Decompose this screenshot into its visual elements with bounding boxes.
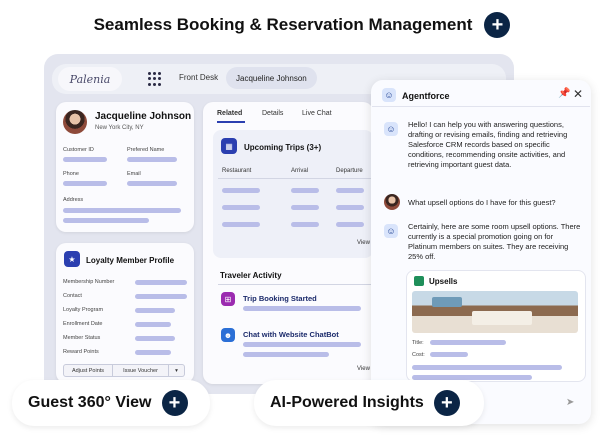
room-image bbox=[412, 291, 578, 333]
table-divider bbox=[218, 178, 373, 179]
upsell-icon bbox=[414, 276, 424, 286]
agentforce-logo-icon: ☺ bbox=[382, 88, 396, 102]
phone-label: Phone bbox=[63, 171, 79, 177]
activity-item-title[interactable]: Trip Booking Started bbox=[243, 294, 317, 303]
upcoming-trips-title: Upcoming Trips (3+) bbox=[244, 143, 322, 152]
address-label: Address bbox=[63, 197, 84, 203]
table-cell bbox=[336, 188, 364, 193]
traveler-activity-title: Traveler Activity bbox=[220, 271, 282, 280]
plus-icon[interactable]: + bbox=[161, 390, 188, 416]
user-message: What upsell options do I have for this g… bbox=[408, 198, 556, 207]
agent-message: Certainly, here are some room upsell opt… bbox=[408, 222, 581, 261]
plus-icon[interactable]: + bbox=[484, 12, 511, 38]
tab-live-chat[interactable]: Live Chat bbox=[302, 110, 332, 117]
email-label: Email bbox=[127, 171, 141, 177]
activity-item-detail bbox=[243, 352, 329, 357]
avatar bbox=[63, 110, 87, 134]
column-header: Restaurant bbox=[222, 168, 252, 174]
active-tab-indicator bbox=[217, 121, 245, 123]
view-all-link[interactable]: View bbox=[357, 366, 370, 372]
issue-voucher-button[interactable]: Issue Voucher bbox=[113, 364, 169, 377]
loyalty-field-value bbox=[135, 322, 171, 327]
agent-avatar-icon: ☺ bbox=[384, 122, 398, 136]
pin-icon[interactable]: 📌 bbox=[558, 88, 570, 99]
tab-details[interactable]: Details bbox=[262, 110, 283, 117]
upsell-detail bbox=[412, 365, 562, 370]
send-icon[interactable]: ➤ bbox=[566, 397, 574, 408]
agent-avatar-icon: ☺ bbox=[384, 224, 398, 238]
profile-name: Jacqueline Johnson bbox=[95, 111, 192, 122]
loyalty-field-label: Enrollment Date bbox=[63, 321, 103, 327]
loyalty-field-value bbox=[135, 280, 187, 285]
upsell-cost-value bbox=[430, 352, 468, 357]
loyalty-field-label: Loyalty Program bbox=[63, 307, 104, 313]
loyalty-field-label: Contact bbox=[63, 293, 82, 299]
ai-insights-label: AI-Powered Insights bbox=[270, 394, 424, 411]
hotel-icon: ▦ bbox=[221, 138, 237, 154]
activity-item-detail bbox=[243, 342, 361, 347]
loyalty-field-value bbox=[135, 294, 187, 299]
table-cell bbox=[291, 188, 319, 193]
cart-icon: ⊞ bbox=[221, 292, 235, 306]
plus-icon[interactable]: + bbox=[433, 390, 460, 416]
upsell-title-label: Title: bbox=[412, 340, 424, 346]
close-icon[interactable]: ✕ bbox=[573, 87, 583, 101]
guest-360-pill: Guest 360° View + bbox=[12, 380, 210, 426]
app-logo: Palenia bbox=[58, 67, 122, 91]
address-value-line-2 bbox=[63, 218, 149, 223]
agent-message: Hello! I can help you with answering que… bbox=[408, 120, 568, 169]
user-avatar bbox=[384, 194, 400, 210]
activity-divider bbox=[218, 284, 373, 285]
headline: Seamless Booking & Reservation Managemen… bbox=[0, 12, 604, 38]
profile-location: New York City, NY bbox=[95, 125, 144, 131]
preferred-name-label: Prefered Name bbox=[127, 147, 165, 153]
adjust-points-button[interactable]: Adjust Points bbox=[63, 364, 113, 377]
upsells-title: Upsells bbox=[429, 277, 458, 286]
upsell-cost-label: Cost: bbox=[412, 352, 425, 358]
more-actions-button[interactable]: ▾ bbox=[169, 364, 185, 377]
loyalty-field-value bbox=[135, 308, 175, 313]
ai-insights-pill: AI-Powered Insights + bbox=[254, 380, 484, 426]
upsell-title-value bbox=[430, 340, 506, 345]
loyalty-field-label: Membership Number bbox=[63, 279, 115, 285]
table-cell bbox=[336, 222, 364, 227]
preferred-name-value bbox=[127, 157, 177, 162]
loyalty-field-value bbox=[135, 336, 175, 341]
loyalty-field-label: Reward Points bbox=[63, 349, 99, 355]
table-cell bbox=[291, 222, 319, 227]
table-cell bbox=[222, 188, 260, 193]
chatbot-icon: ☻ bbox=[221, 328, 235, 342]
app-launcher-icon[interactable] bbox=[148, 72, 162, 86]
loyalty-field-label: Member Status bbox=[63, 335, 101, 341]
view-all-link[interactable]: View bbox=[357, 240, 370, 246]
tab-jacqueline-johnson[interactable]: Jacqueline Johnson bbox=[226, 67, 317, 89]
loyalty-title: Loyalty Member Profile bbox=[86, 256, 175, 265]
customer-id-label: Customer ID bbox=[63, 147, 94, 153]
table-cell bbox=[291, 205, 319, 210]
phone-value bbox=[63, 181, 107, 186]
table-cell bbox=[336, 205, 364, 210]
column-header: Arrival bbox=[291, 168, 309, 174]
address-value-line-1 bbox=[63, 208, 181, 213]
headline-title: Seamless Booking & Reservation Managemen… bbox=[93, 15, 473, 34]
guest-360-label: Guest 360° View bbox=[28, 394, 152, 411]
table-cell bbox=[222, 222, 260, 227]
activity-item-detail bbox=[243, 306, 361, 311]
customer-id-value bbox=[63, 157, 107, 162]
activity-item-title[interactable]: Chat with Website ChatBot bbox=[243, 330, 339, 339]
panel-divider bbox=[372, 106, 590, 107]
column-header: Departure bbox=[336, 168, 363, 174]
agentforce-title: Agentforce bbox=[402, 91, 450, 101]
loyalty-field-value bbox=[135, 350, 171, 355]
email-value bbox=[127, 181, 177, 186]
tab-related[interactable]: Related bbox=[217, 110, 242, 117]
badge-icon: ★ bbox=[64, 251, 80, 267]
tab-front-desk[interactable]: Front Desk bbox=[179, 73, 218, 82]
table-cell bbox=[222, 205, 260, 210]
